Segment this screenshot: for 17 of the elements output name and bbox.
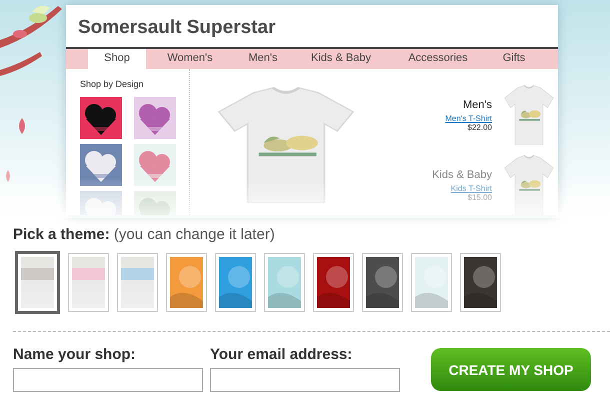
- nav-tab[interactable]: Kids & Baby: [292, 49, 390, 69]
- product-category: Men's: [463, 99, 492, 111]
- input-field[interactable]: [210, 368, 400, 392]
- nav-tab[interactable]: Accessories: [390, 49, 486, 69]
- product-price: $15.00: [468, 193, 492, 202]
- nav-tab[interactable]: Gifts: [486, 49, 542, 69]
- nav-tab[interactable]: Shop: [88, 49, 146, 69]
- nav-tab[interactable]: Men's: [234, 49, 292, 69]
- nav-tab[interactable]: Women's: [146, 49, 234, 69]
- field-label: Your email address:: [210, 346, 354, 363]
- sidebar-heading: Shop by Design: [80, 79, 145, 89]
- theme-prompt: Pick a theme: (you can change it later): [13, 226, 276, 243]
- product-link[interactable]: Men's T-Shirt: [445, 114, 492, 123]
- field-label: Name your shop:: [13, 346, 137, 363]
- input-field[interactable]: [13, 368, 203, 392]
- product-category: Kids & Baby: [432, 169, 492, 181]
- product-price: $22.00: [468, 123, 492, 132]
